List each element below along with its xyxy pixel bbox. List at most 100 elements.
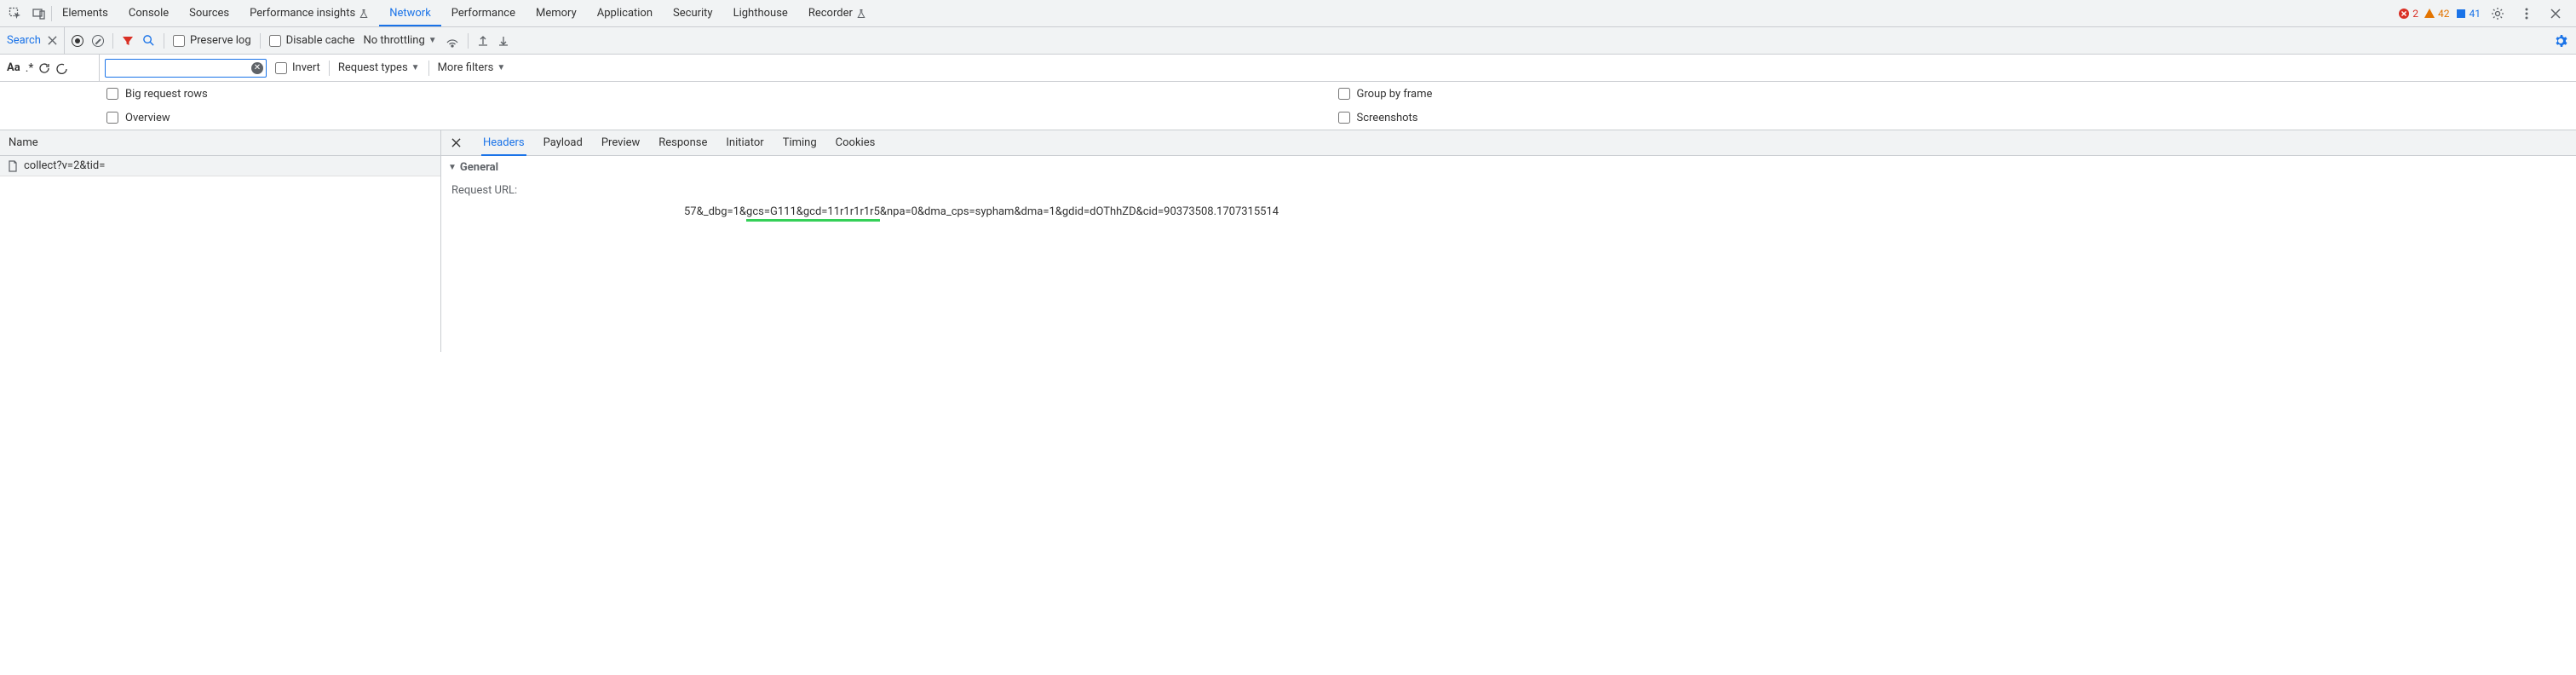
big-request-rows-checkbox[interactable]: Big request rows — [106, 82, 1338, 106]
detail-tab-cookies[interactable]: Cookies — [834, 131, 877, 154]
filter-input[interactable] — [105, 59, 267, 78]
tab-label: Performance insights — [250, 7, 355, 20]
overview-input[interactable] — [106, 112, 118, 124]
record-button[interactable] — [72, 35, 83, 47]
overview-label: Overview — [125, 112, 170, 124]
error-badge[interactable]: 2 — [2398, 8, 2418, 20]
group-by-frame-checkbox[interactable]: Group by frame — [1338, 82, 2570, 106]
divider — [112, 33, 113, 49]
inspect-element-icon[interactable] — [3, 2, 27, 26]
detail-tab-payload[interactable]: Payload — [542, 131, 584, 154]
preserve-log-checkbox[interactable]: Preserve log — [173, 34, 251, 47]
tab-label: Recorder — [808, 7, 853, 20]
network-split: Name collect?v=2&tid= Headers Payload Pr… — [0, 130, 2576, 352]
search-label: Search — [7, 34, 41, 47]
group-by-frame-label: Group by frame — [1357, 88, 1433, 101]
detail-tab-timing[interactable]: Timing — [781, 131, 819, 154]
upload-har-icon[interactable] — [477, 35, 489, 47]
search-icon[interactable] — [142, 34, 155, 47]
tab-sources[interactable]: Sources — [179, 2, 239, 25]
divider — [428, 61, 429, 76]
detail-tab-response[interactable]: Response — [657, 131, 709, 154]
device-toolbar-icon[interactable] — [27, 2, 51, 26]
request-url-field: Request URL: — [441, 179, 2576, 202]
close-search-icon[interactable] — [48, 36, 57, 45]
close-devtools-icon[interactable] — [2544, 2, 2567, 26]
request-row[interactable]: collect?v=2&tid= — [0, 156, 440, 176]
search-drawer-header: Search — [0, 27, 65, 54]
tab-recorder[interactable]: Recorder — [798, 2, 877, 25]
big-request-rows-input[interactable] — [106, 88, 118, 100]
request-url-label: Request URL: — [451, 184, 681, 197]
tab-lighthouse[interactable]: Lighthouse — [723, 2, 798, 25]
network-conditions-icon[interactable] — [446, 34, 459, 48]
detail-tab-preview[interactable]: Preview — [600, 131, 641, 154]
refresh-icon[interactable] — [38, 62, 50, 74]
disable-cache-input[interactable] — [269, 35, 281, 47]
close-detail-icon[interactable] — [446, 138, 466, 147]
preserve-log-label: Preserve log — [190, 34, 251, 47]
overview-checkbox[interactable]: Overview — [106, 106, 1338, 130]
tab-network[interactable]: Network — [379, 2, 441, 26]
match-case-button[interactable]: Aa — [7, 61, 20, 74]
tab-console[interactable]: Console — [118, 2, 179, 25]
network-toolbar: Preserve log Disable cache No throttling… — [65, 33, 2554, 49]
preserve-log-input[interactable] — [173, 35, 185, 47]
invert-checkbox[interactable]: Invert — [275, 61, 320, 74]
detail-tab-initiator[interactable]: Initiator — [724, 131, 765, 154]
disclosure-triangle-icon: ▼ — [448, 163, 457, 172]
screenshots-input[interactable] — [1338, 112, 1350, 124]
main-tabs-right: 2 42 41 — [2398, 2, 2573, 26]
chevron-down-icon: ▼ — [428, 36, 437, 45]
tab-application[interactable]: Application — [587, 2, 663, 25]
error-count: 2 — [2412, 8, 2418, 20]
clear-button[interactable] — [92, 35, 104, 47]
screenshots-checkbox[interactable]: Screenshots — [1338, 106, 2570, 130]
more-filters-dropdown[interactable]: More filters ▼ — [438, 61, 506, 74]
warning-icon — [2424, 8, 2435, 20]
clear-filter-icon[interactable]: ✕ — [251, 62, 263, 74]
tab-security[interactable]: Security — [663, 2, 723, 25]
filter-icon[interactable] — [122, 35, 134, 47]
request-list: Name collect?v=2&tid= — [0, 130, 441, 352]
network-options: Big request rows Group by frame Overview… — [0, 82, 2576, 130]
file-icon — [7, 160, 19, 172]
tab-elements[interactable]: Elements — [52, 2, 118, 25]
more-filters-label: More filters — [438, 61, 494, 74]
flask-icon — [359, 9, 369, 19]
more-menu-icon[interactable] — [2515, 2, 2539, 26]
regex-button[interactable]: .* — [26, 61, 34, 75]
clear-search-icon[interactable] — [55, 62, 67, 74]
invert-label: Invert — [292, 61, 320, 74]
network-settings-icon[interactable] — [2554, 34, 2576, 48]
detail-tab-headers[interactable]: Headers — [481, 131, 526, 156]
warning-badge[interactable]: 42 — [2424, 8, 2450, 20]
download-har-icon[interactable] — [497, 35, 509, 47]
request-types-dropdown[interactable]: Request types ▼ — [338, 61, 420, 74]
settings-gear-icon[interactable] — [2486, 2, 2510, 26]
general-title: General — [460, 161, 498, 174]
detail-tabbar: Headers Payload Preview Response Initiat… — [441, 130, 2576, 156]
warning-count: 42 — [2438, 8, 2450, 20]
divider — [468, 33, 469, 49]
throttling-select[interactable]: No throttling ▼ — [363, 34, 436, 47]
general-section-header[interactable]: ▼ General — [441, 156, 2576, 179]
screenshots-label: Screenshots — [1357, 112, 1418, 124]
tab-memory[interactable]: Memory — [526, 2, 587, 25]
flask-icon — [856, 9, 866, 19]
tab-performance[interactable]: Performance — [441, 2, 526, 25]
chevron-down-icon: ▼ — [411, 63, 420, 72]
name-column-header[interactable]: Name — [0, 130, 440, 156]
issue-count: 41 — [2470, 8, 2481, 20]
group-by-frame-input[interactable] — [1338, 88, 1350, 100]
devtools-main-tabbar: Elements Console Sources Performance ins… — [0, 0, 2576, 27]
filter-row: Aa .* ✕ Invert Request types ▼ More filt… — [0, 55, 2576, 82]
issue-badge[interactable]: 41 — [2455, 8, 2481, 20]
invert-input[interactable] — [275, 62, 287, 74]
network-toolbar-row: Search Preserve log Disable cache No thr… — [0, 27, 2576, 55]
big-request-rows-label: Big request rows — [125, 88, 208, 101]
throttling-value: No throttling — [363, 34, 424, 47]
search-tools: Aa .* — [0, 55, 100, 81]
tab-performance-insights[interactable]: Performance insights — [239, 2, 379, 25]
disable-cache-checkbox[interactable]: Disable cache — [269, 34, 355, 47]
